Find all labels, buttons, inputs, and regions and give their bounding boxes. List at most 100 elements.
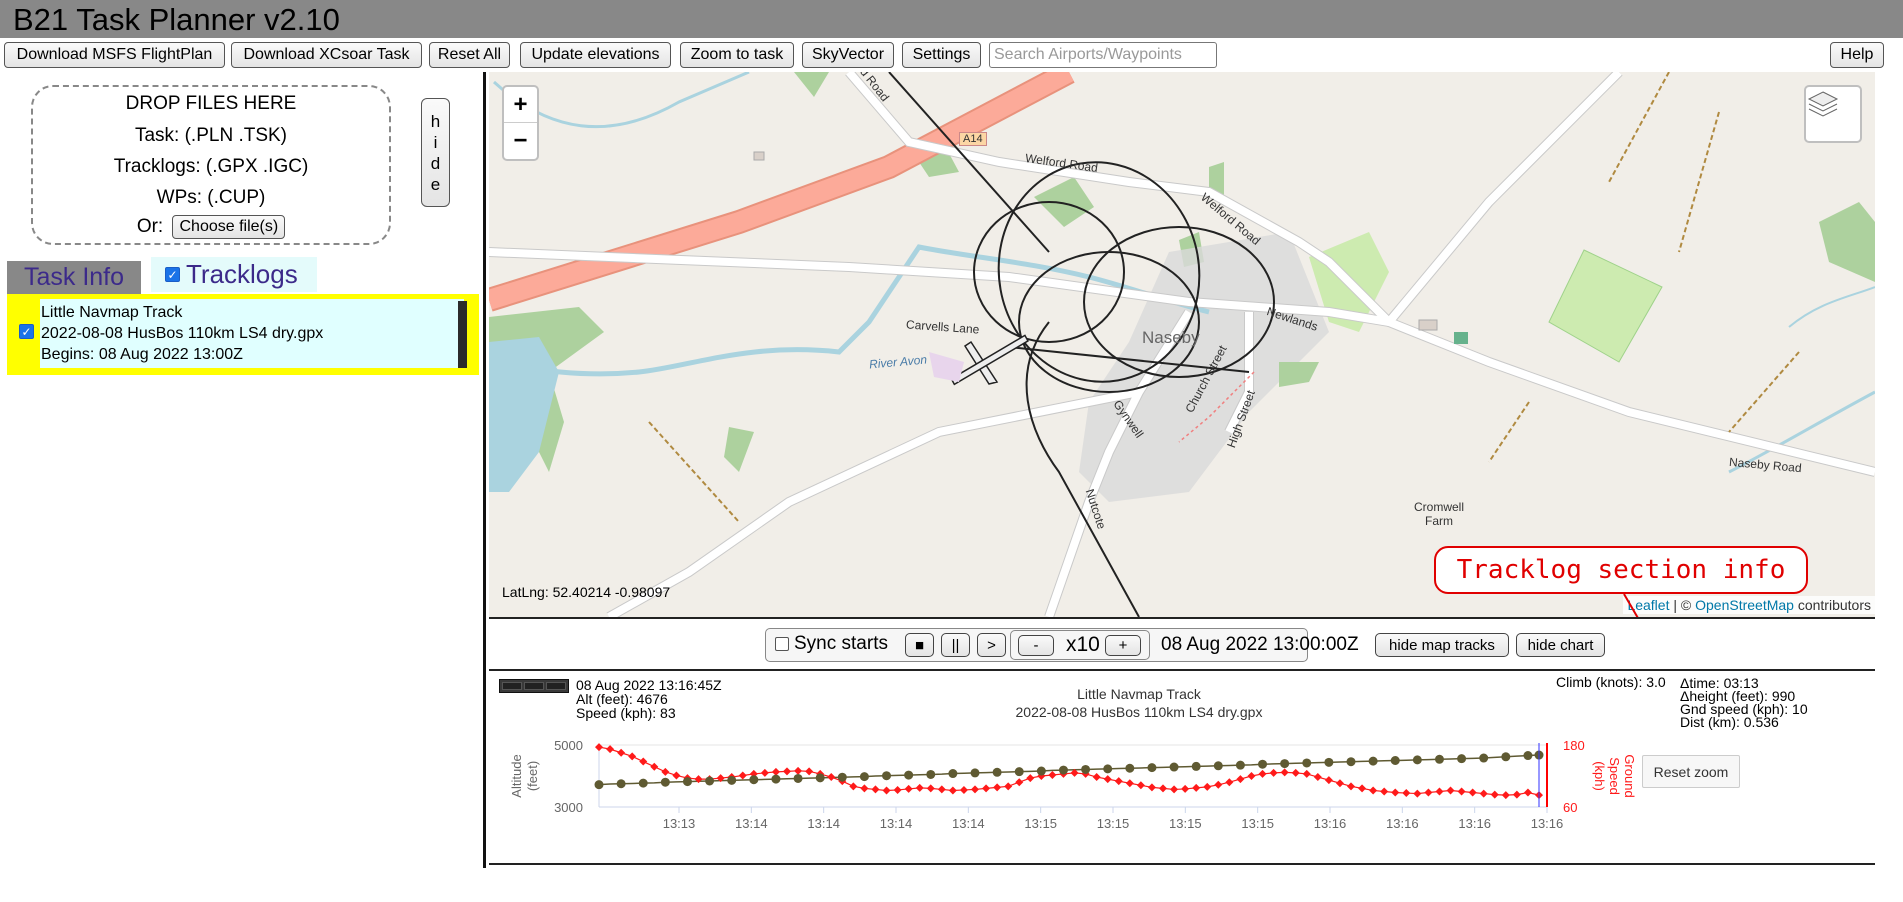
speed-point bbox=[1092, 773, 1101, 782]
pause-button[interactable]: || bbox=[941, 633, 970, 657]
attribution-tail: contributors bbox=[1793, 597, 1871, 613]
choose-files-button[interactable]: Choose file(s) bbox=[172, 215, 286, 239]
speed-point bbox=[1313, 773, 1322, 782]
drop-tracklog-types: Tracklogs: (.GPX .IGC) bbox=[113, 156, 309, 177]
map-view[interactable]: + − rd Road A14 Welford Road Welford Roa… bbox=[489, 72, 1875, 617]
hide-letter: d bbox=[430, 153, 441, 173]
speed-point bbox=[904, 784, 913, 793]
speed-point bbox=[1269, 768, 1278, 777]
speed-point bbox=[738, 771, 747, 780]
stop-button[interactable]: ■ bbox=[905, 633, 934, 657]
altitude-point bbox=[1324, 757, 1334, 767]
hide-map-tracks-button[interactable]: hide map tracks bbox=[1375, 633, 1509, 657]
reset-all-button[interactable]: Reset All bbox=[429, 42, 510, 68]
speed-point bbox=[1247, 772, 1256, 780]
altitude-point bbox=[682, 777, 692, 787]
speed-point bbox=[1468, 788, 1477, 797]
tracklog-checkbox[interactable]: ✓ bbox=[19, 324, 34, 339]
tab-tracklogs[interactable]: ✓ Tracklogs bbox=[151, 257, 317, 292]
zoom-in-button[interactable]: + bbox=[504, 87, 537, 123]
help-button[interactable]: Help bbox=[1830, 42, 1884, 68]
layers-button[interactable] bbox=[1804, 85, 1862, 143]
download-msfs-flightplan-button[interactable]: Download MSFS FlightPlan bbox=[4, 42, 225, 68]
speed-point bbox=[672, 771, 681, 780]
speed-point bbox=[1103, 775, 1112, 784]
hide-letter: h bbox=[430, 111, 441, 131]
altitude-point bbox=[1036, 766, 1046, 776]
speed-point bbox=[794, 766, 803, 775]
x-tick-label: 13:15 bbox=[1097, 816, 1130, 831]
speed-point bbox=[1170, 785, 1179, 794]
speed-point bbox=[1479, 789, 1488, 798]
osm-link[interactable]: OpenStreetMap bbox=[1695, 597, 1794, 613]
speed-point bbox=[1302, 769, 1311, 778]
speed-point bbox=[1501, 791, 1510, 800]
altitude-point bbox=[1081, 764, 1091, 774]
speed-point bbox=[1026, 774, 1035, 783]
altitude-point bbox=[727, 775, 737, 785]
speed-point bbox=[1291, 768, 1300, 777]
toolbar: Download MSFS FlightPlan Download XCsoar… bbox=[0, 38, 1903, 72]
speed-point bbox=[971, 785, 979, 794]
title-bar: B21 Task Planner v2.10 bbox=[0, 0, 1903, 38]
tracklog-entry[interactable]: ✓ Little Navmap Track 2022-08-08 HusBos … bbox=[7, 294, 479, 375]
speed-point bbox=[1258, 769, 1267, 778]
speed-point bbox=[1136, 781, 1145, 790]
sync-starts-checkbox[interactable] bbox=[775, 637, 789, 651]
speed-point bbox=[1402, 789, 1411, 798]
tracklogs-checkbox[interactable]: ✓ bbox=[165, 267, 180, 282]
speed-point bbox=[1236, 775, 1245, 784]
speed-point bbox=[1490, 790, 1499, 799]
x-tick-label: 13:15 bbox=[1169, 816, 1202, 831]
zoom-out-button[interactable]: − bbox=[504, 123, 537, 159]
download-xcsoar-task-button[interactable]: Download XCsoar Task bbox=[231, 42, 422, 68]
panel-splitter[interactable] bbox=[483, 72, 486, 868]
altitude-point bbox=[793, 773, 803, 783]
speed-point bbox=[893, 785, 902, 794]
hide-panel-button[interactable]: h i d e bbox=[421, 98, 450, 207]
file-drop-zone[interactable]: DROP FILES HERE Task: (.PLN .TSK) Trackl… bbox=[31, 85, 391, 245]
speed-point bbox=[1380, 787, 1389, 796]
altitude-point bbox=[1147, 763, 1157, 773]
speed-point bbox=[1192, 783, 1201, 792]
speed-point bbox=[1446, 786, 1455, 795]
search-input[interactable]: Search Airports/Waypoints bbox=[989, 42, 1217, 68]
altitude-point bbox=[1501, 752, 1511, 762]
hide-letter: e bbox=[430, 174, 441, 194]
altitude-point bbox=[771, 774, 781, 784]
tracklog-color-bar bbox=[458, 301, 467, 368]
speed-point bbox=[937, 785, 946, 794]
speed-series-line bbox=[598, 746, 1540, 796]
altitude-point bbox=[1014, 767, 1024, 777]
speed-point bbox=[760, 768, 769, 777]
sync-starts-toggle[interactable]: Sync starts bbox=[775, 633, 888, 655]
altitude-point bbox=[594, 780, 604, 790]
speed-point bbox=[1358, 784, 1367, 793]
speed-point bbox=[650, 762, 659, 771]
hide-chart-button[interactable]: hide chart bbox=[1516, 633, 1605, 657]
x-tick-label: 13:16 bbox=[1531, 816, 1564, 831]
altitude-point bbox=[1235, 760, 1245, 770]
speed-point bbox=[1048, 770, 1057, 779]
map-label-a14: A14 bbox=[959, 132, 987, 146]
settings-button[interactable]: Settings bbox=[902, 42, 981, 68]
update-elevations-button[interactable]: Update elevations bbox=[520, 42, 671, 68]
tab-task-info[interactable]: Task Info bbox=[7, 261, 141, 294]
speed-point bbox=[871, 785, 880, 794]
speed-point bbox=[1004, 782, 1013, 791]
drop-title: DROP FILES HERE bbox=[125, 93, 297, 114]
altitude-point bbox=[926, 769, 936, 779]
altitude-point bbox=[882, 771, 892, 781]
speed-point bbox=[628, 752, 637, 761]
altitude-point bbox=[1412, 755, 1422, 765]
play-button[interactable]: > bbox=[977, 633, 1006, 657]
playback-time: 08 Aug 2022 13:00:00Z bbox=[1161, 634, 1359, 655]
speed-down-button[interactable]: - bbox=[1018, 635, 1054, 656]
zoom-to-task-button[interactable]: Zoom to task bbox=[680, 42, 794, 68]
altitude-point bbox=[970, 768, 980, 778]
reset-zoom-button[interactable]: Reset zoom bbox=[1642, 755, 1740, 788]
speed-up-button[interactable]: + bbox=[1105, 635, 1141, 656]
tracklog-begins: Begins: 08 Aug 2022 13:00Z bbox=[41, 346, 243, 363]
skyvector-button[interactable]: SkyVector bbox=[802, 42, 894, 68]
speed-point bbox=[1225, 778, 1234, 787]
